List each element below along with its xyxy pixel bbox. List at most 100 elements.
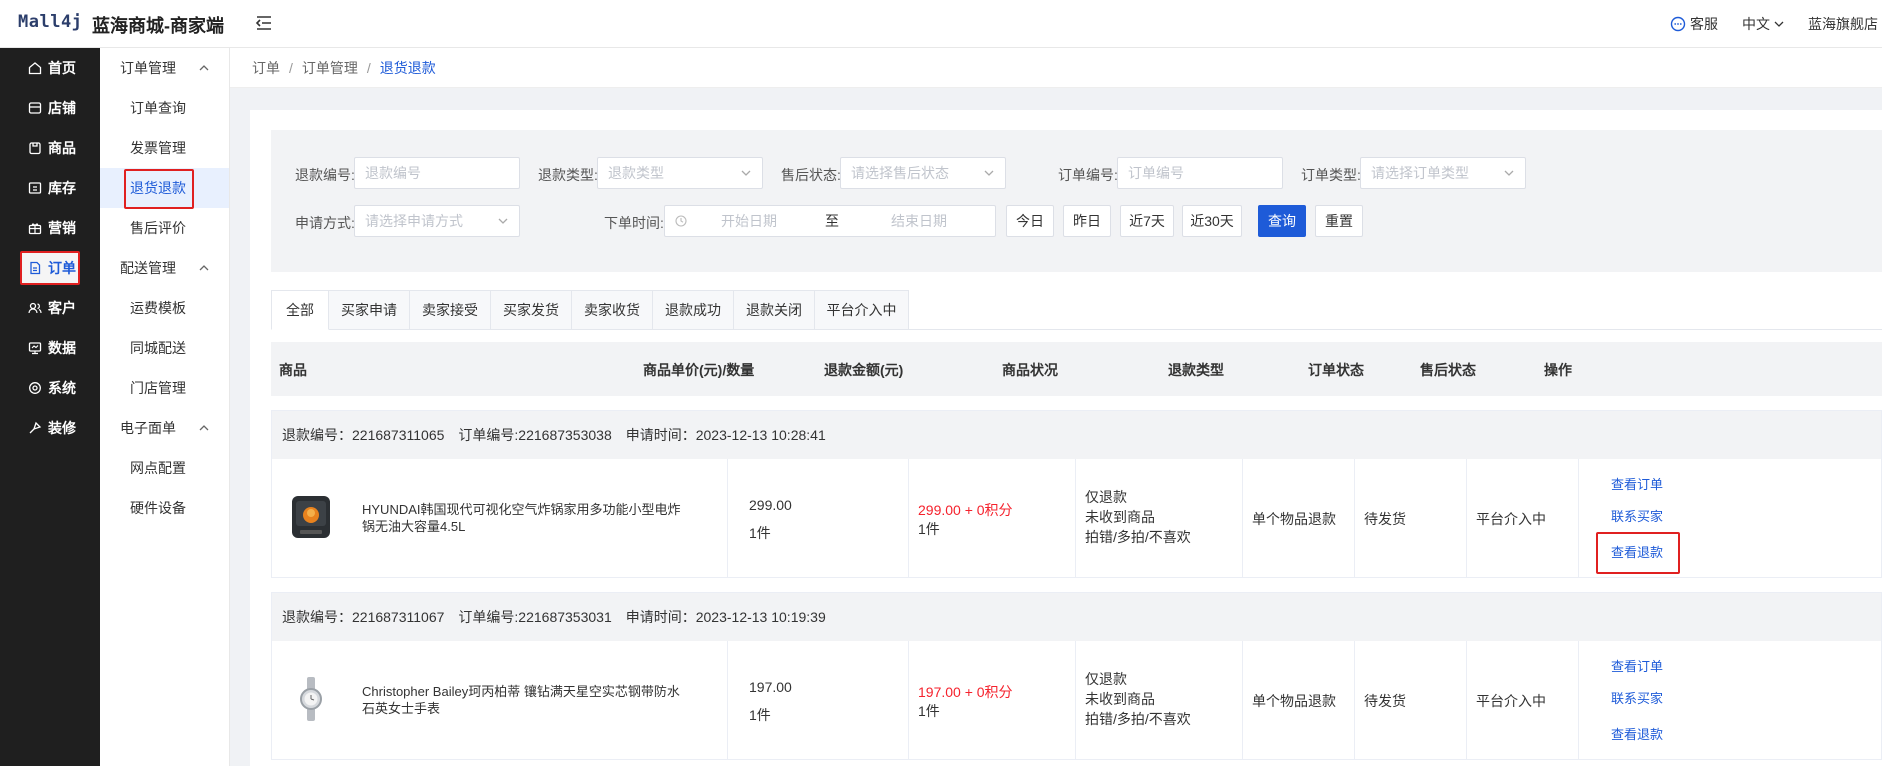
subnav-item-review[interactable]: 售后评价: [100, 208, 229, 248]
apply-select[interactable]: 请选择申请方式: [354, 205, 520, 237]
cell-divider: [908, 641, 909, 759]
apply-time: 申请时间：2023-12-13 10:28:41: [625, 427, 826, 443]
last-7-days-button[interactable]: 近7天: [1120, 205, 1174, 237]
order-no-input[interactable]: 订单编号: [1117, 157, 1283, 189]
product-image-watch[interactable]: [288, 675, 334, 723]
range-separator: 至: [825, 213, 839, 229]
last-30-days-button[interactable]: 近30天: [1182, 205, 1242, 237]
subnav-item-freight[interactable]: 运费模板: [100, 288, 229, 328]
home-icon: [28, 62, 42, 75]
sidebar-item-label: 系统: [48, 380, 76, 396]
product-name[interactable]: Christopher Bailey珂丙柏蒂 镶钻满天星空实芯钢带防水石英女士手…: [362, 683, 692, 717]
cell-divider: [1075, 459, 1076, 577]
placeholder: 请选择订单类型: [1371, 165, 1469, 181]
placeholder: 订单编号: [1128, 165, 1184, 181]
view-refund-link[interactable]: 查看退款: [1611, 724, 1663, 743]
column-header: 退款金额(元): [824, 362, 904, 378]
aftersale-status: 平台介入中: [1476, 693, 1546, 709]
cell-divider: [1354, 641, 1355, 759]
subnav-group-label: 配送管理: [120, 260, 176, 276]
sidebar-item-store[interactable]: 店铺: [0, 88, 100, 128]
subnav-item-invoice[interactable]: 发票管理: [100, 128, 229, 168]
subnav-item-label: 发票管理: [130, 140, 186, 156]
product-name[interactable]: HYUNDAI韩国现代可视化空气炸锅家用多功能小型电炸锅无油大容量4.5L: [362, 501, 692, 535]
decorate-icon: [29, 421, 42, 434]
contact-buyer-link[interactable]: 联系买家: [1611, 688, 1663, 707]
sidebar-item-inventory[interactable]: 库存: [0, 168, 100, 208]
subnav-item-order-query[interactable]: 订单查询: [100, 88, 229, 128]
tab-buyer-ship[interactable]: 买家发货: [491, 290, 572, 330]
reset-button[interactable]: 重置: [1315, 205, 1363, 237]
subnav-item-stores[interactable]: 门店管理: [100, 368, 229, 408]
sidebar-item-data[interactable]: 数据: [0, 328, 100, 368]
tab-platform-intervene[interactable]: 平台介入中: [815, 290, 909, 330]
subnav-group-delivery[interactable]: 配送管理: [100, 248, 229, 288]
query-button[interactable]: 查询: [1258, 205, 1306, 237]
start-date-placeholder: 开始日期: [721, 213, 777, 229]
contact-buyer-link[interactable]: 联系买家: [1611, 506, 1663, 525]
subnav-item-outlet[interactable]: 网点配置: [100, 448, 229, 488]
date-range-picker[interactable]: 开始日期 至 结束日期: [664, 205, 996, 237]
service-button[interactable]: 客服: [1670, 14, 1718, 34]
refund-type-select[interactable]: 退款类型: [597, 157, 763, 189]
subnav-group-waybill[interactable]: 电子面单: [100, 408, 229, 448]
cell-divider: [1075, 641, 1076, 759]
highlight-box: [124, 169, 194, 209]
sidebar-item-label: 营销: [48, 220, 76, 236]
subnav-group-label: 电子面单: [120, 420, 176, 436]
sidebar-item-label: 数据: [48, 340, 76, 356]
subnav-item-label: 订单查询: [130, 100, 186, 116]
refund-type-label: 退款类型:: [538, 167, 598, 183]
tab-all[interactable]: 全部: [271, 290, 329, 330]
shop-name: 蓝海商城-商家端: [92, 16, 224, 36]
view-order-link[interactable]: 查看订单: [1611, 474, 1663, 493]
sidebar-item-customer[interactable]: 客户: [0, 288, 100, 328]
goods-status-line: 仅退款: [1085, 489, 1127, 505]
refund-type: 单个物品退款: [1252, 511, 1336, 527]
product-image-air-fryer[interactable]: [288, 493, 334, 541]
sidebar-item-goods[interactable]: 商品: [0, 128, 100, 168]
cell-divider: [727, 641, 728, 759]
aftersale-status: 平台介入中: [1476, 511, 1546, 527]
refund-no-input[interactable]: 退款编号: [354, 157, 520, 189]
cell-divider: [908, 459, 909, 577]
subnav-group-order-manage[interactable]: 订单管理: [100, 48, 229, 88]
refund-type: 单个物品退款: [1252, 693, 1336, 709]
order-row: Christopher Bailey珂丙柏蒂 镶钻满天星空实芯钢带防水石英女士手…: [272, 641, 1881, 759]
sidebar-item-decorate[interactable]: 装修: [0, 408, 100, 448]
aftersale-select[interactable]: 请选择售后状态: [840, 157, 1006, 189]
cell-divider: [1242, 459, 1243, 577]
store-switch[interactable]: 蓝海旗舰店: [1808, 14, 1882, 34]
cell-divider: [1242, 641, 1243, 759]
goods-status-line: 拍错/多拍/不喜欢: [1085, 711, 1191, 727]
tab-seller-accept[interactable]: 卖家接受: [410, 290, 491, 330]
order-type-select[interactable]: 请选择订单类型: [1360, 157, 1526, 189]
tab-refund-success[interactable]: 退款成功: [653, 290, 734, 330]
sidebar-item-marketing[interactable]: 营销: [0, 208, 100, 248]
sidebar-item-home[interactable]: 首页: [0, 48, 100, 88]
refund-quantity: 1件: [918, 521, 940, 537]
tab-seller-receive[interactable]: 卖家收货: [572, 290, 653, 330]
breadcrumb-item[interactable]: 订单管理: [302, 58, 358, 78]
tab-buyer-apply[interactable]: 买家申请: [329, 290, 410, 330]
menu-collapse-icon[interactable]: [254, 13, 274, 33]
view-refund-link[interactable]: 查看退款: [1611, 542, 1663, 561]
sidebar-item-order[interactable]: 订单: [0, 248, 100, 288]
subnav-item-city-delivery[interactable]: 同城配送: [100, 328, 229, 368]
goods-status-line: 拍错/多拍/不喜欢: [1085, 529, 1191, 545]
chevron-down-icon: [498, 218, 508, 224]
today-button[interactable]: 今日: [1006, 205, 1054, 237]
sidebar-item-system[interactable]: 系统: [0, 368, 100, 408]
table-header: 商品 商品单价(元)/数量 退款金额(元) 商品状况 退款类型 订单状态 售后状…: [271, 342, 1882, 396]
breadcrumb-item[interactable]: 订单: [252, 58, 280, 78]
view-order-link[interactable]: 查看订单: [1611, 656, 1663, 675]
cell-divider: [1354, 459, 1355, 577]
language-select[interactable]: 中文: [1742, 14, 1784, 34]
tab-refund-closed[interactable]: 退款关闭: [734, 290, 815, 330]
refund-no: 退款编号：221687311067: [282, 609, 445, 625]
subnav-item-refund[interactable]: 退货退款: [100, 168, 229, 209]
refund-no: 退款编号：221687311065: [282, 427, 445, 443]
yesterday-button[interactable]: 昨日: [1063, 205, 1111, 237]
order-icon: [30, 261, 41, 275]
subnav-item-hardware[interactable]: 硬件设备: [100, 488, 229, 528]
